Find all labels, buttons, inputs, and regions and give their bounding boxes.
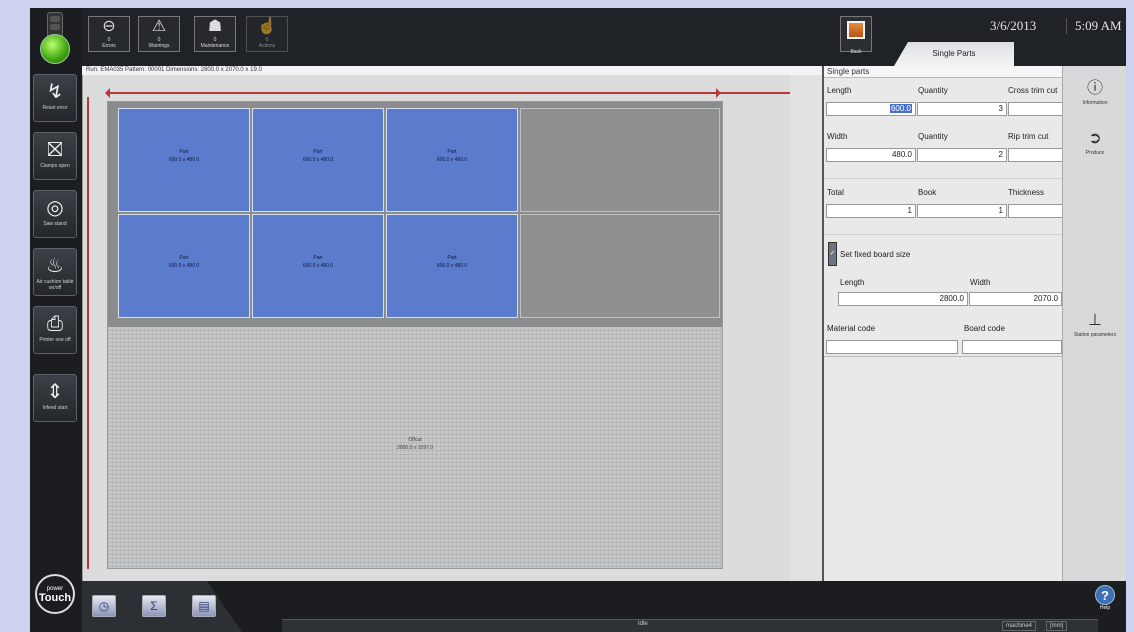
help-icon: ?	[1095, 585, 1115, 605]
information-button[interactable]: ⓘ Information	[1071, 78, 1119, 118]
fixed-board-label: Set fixed board size	[840, 250, 911, 259]
divider	[824, 234, 1064, 235]
status-bar: Idle machine4 [mm]	[282, 619, 1098, 632]
width-dimension-line	[87, 97, 89, 569]
board-width-label: Width	[970, 278, 991, 287]
bottom-tab-strip: ◷ Σ ▤	[82, 581, 242, 632]
sigma-icon[interactable]: Σ	[142, 595, 166, 617]
power-touch-button[interactable]: power Touch	[35, 574, 75, 614]
material-code-field[interactable]	[826, 340, 958, 354]
actions-button[interactable]: ☝ 0 Actions	[246, 16, 288, 52]
cutting-pattern-view[interactable]: Part 600.0 x 480.0 Part 600.0 x 480.0 Pa…	[82, 75, 791, 581]
part-tile[interactable]: Part 600.0 x 480.0	[118, 214, 250, 318]
back-icon	[847, 21, 865, 39]
info-icon: ⓘ	[1086, 80, 1103, 97]
part-tile[interactable]: Part 600.0 x 480.0	[252, 108, 384, 212]
view-margin	[790, 75, 822, 581]
station-parameters-icon: ⊥	[1088, 312, 1102, 329]
width-field[interactable]: 480.0	[826, 148, 916, 162]
printer-icon: ⎙	[47, 313, 63, 335]
part-tile[interactable]: Part 600.0 x 480.0	[252, 214, 384, 318]
tab-single-parts[interactable]: Single Parts	[894, 42, 1014, 66]
saw-stand-button[interactable]: ◎ Saw stand	[33, 190, 77, 238]
book-field[interactable]: 1	[917, 204, 1007, 218]
divider	[824, 356, 1064, 357]
board-length-label: Length	[840, 278, 865, 287]
touch-label: Touch	[38, 592, 72, 604]
total-field[interactable]: 1	[826, 204, 916, 218]
board-length-field[interactable]: 2800.0	[838, 292, 968, 306]
part-tile[interactable]: Part 600.0 x 480.0	[386, 214, 518, 318]
quantity-width-field[interactable]: 2	[917, 148, 1007, 162]
length-dimension-line	[105, 88, 721, 98]
offcut-area[interactable]: Offcut 2800.0 x 1097.0	[108, 332, 722, 568]
warning-icon: ⚠	[151, 18, 167, 35]
machine-status-light-icon	[38, 12, 72, 64]
print-label-button[interactable]: ⎙ Printer one off	[33, 306, 77, 354]
unit-indicator: [mm]	[1046, 621, 1068, 631]
board: Part 600.0 x 480.0 Part 600.0 x 480.0 Pa…	[107, 101, 723, 569]
date-display: 3/6/2013	[990, 18, 1037, 33]
maintenance-button[interactable]: ☗ 0 Maintenance	[194, 16, 236, 52]
single-parts-form: Single parts Length Quantity Cross trim …	[822, 66, 1090, 581]
reset-error-button[interactable]: ↯ Reset error	[33, 74, 77, 122]
clock-icon[interactable]: ◷	[92, 595, 116, 617]
clamps-open-button[interactable]: ⛝ Clamps open	[33, 132, 77, 180]
clamps-icon: ⛝	[47, 139, 63, 161]
warnings-button[interactable]: ⚠ 0 Warnings	[138, 16, 180, 52]
stack-icon[interactable]: ▤	[192, 595, 216, 617]
total-label: Total	[827, 188, 844, 197]
machine-state: Idle	[638, 621, 648, 627]
length-field[interactable]: 600.0	[826, 102, 916, 116]
quantity-label: Quantity	[918, 86, 948, 95]
top-toolbar: ⊖ 0 Errors ⚠ 0 Warnings ☗ 0 Maintenance …	[82, 8, 822, 66]
left-toolbar: ↯ Reset error ⛝ Clamps open ◎ Saw stand …	[30, 8, 82, 632]
bottom-bar: ◷ Σ ▤ Idle machine4 [mm] ? Help	[82, 581, 1126, 632]
produce-button[interactable]: ➲ Produce	[1071, 128, 1119, 168]
form-title: Single parts	[824, 66, 1064, 78]
machine-name: machine4	[1002, 621, 1037, 631]
infeed-start-button[interactable]: ⇕ Infeed start	[33, 374, 77, 422]
time-display: 5:09 AM	[1066, 18, 1122, 34]
quantity-length-field[interactable]: 3	[917, 102, 1007, 116]
thickness-label: Thickness	[1008, 188, 1045, 197]
hand-icon: ☝	[257, 18, 277, 35]
run-info-line: Run: EMA035 Pattern: 00001 Dimensions: 2…	[82, 66, 822, 75]
remainder-panel	[520, 214, 720, 318]
station-parameters-button[interactable]: ⊥ Station parameters	[1071, 310, 1119, 350]
remainder-panel	[520, 108, 720, 212]
maintenance-icon: ☗	[207, 18, 223, 35]
right-header: Back 3/6/2013 5:09 AM Single Parts	[822, 8, 1126, 66]
produce-icon: ➲	[1088, 130, 1102, 147]
board-code-field[interactable]	[962, 340, 1062, 354]
stop-icon: ⊖	[102, 18, 116, 35]
errors-button[interactable]: ⊖ 0 Errors	[88, 16, 130, 52]
part-tile[interactable]: Part 600.0 x 480.0	[386, 108, 518, 212]
board-width-field[interactable]: 2070.0	[969, 292, 1062, 306]
divider	[824, 178, 1064, 179]
air-cushion-table-button[interactable]: ♨ Air cushion table on/off	[33, 248, 77, 296]
quantity-label: Quantity	[918, 132, 948, 141]
infeed-icon: ⇕	[46, 381, 64, 403]
cross-trim-label: Cross trim cut	[1008, 86, 1058, 95]
side-icon-bar: ⓘ Information ➲ Produce ⊥ Station parame…	[1062, 66, 1126, 581]
application-window: ↯ Reset error ⛝ Clamps open ◎ Saw stand …	[30, 8, 1126, 632]
fixed-board-checkbox[interactable]: ✓	[828, 242, 837, 266]
strip-area: Part 600.0 x 480.0 Part 600.0 x 480.0 Pa…	[108, 102, 722, 327]
length-dimension-extension	[719, 92, 791, 94]
part-tile[interactable]: Part 600.0 x 480.0	[118, 108, 250, 212]
rip-trim-label: Rip trim cut	[1008, 132, 1049, 141]
width-label: Width	[827, 132, 848, 141]
back-button[interactable]: Back	[840, 16, 872, 55]
air-cushion-icon: ♨	[46, 255, 64, 277]
reset-error-icon: ↯	[46, 81, 64, 103]
length-label: Length	[827, 86, 852, 95]
material-code-label: Material code	[827, 324, 876, 333]
saw-icon: ◎	[46, 197, 64, 219]
book-label: Book	[918, 188, 937, 197]
board-code-label: Board code	[964, 324, 1005, 333]
help-button[interactable]: ? Help	[1090, 585, 1120, 625]
